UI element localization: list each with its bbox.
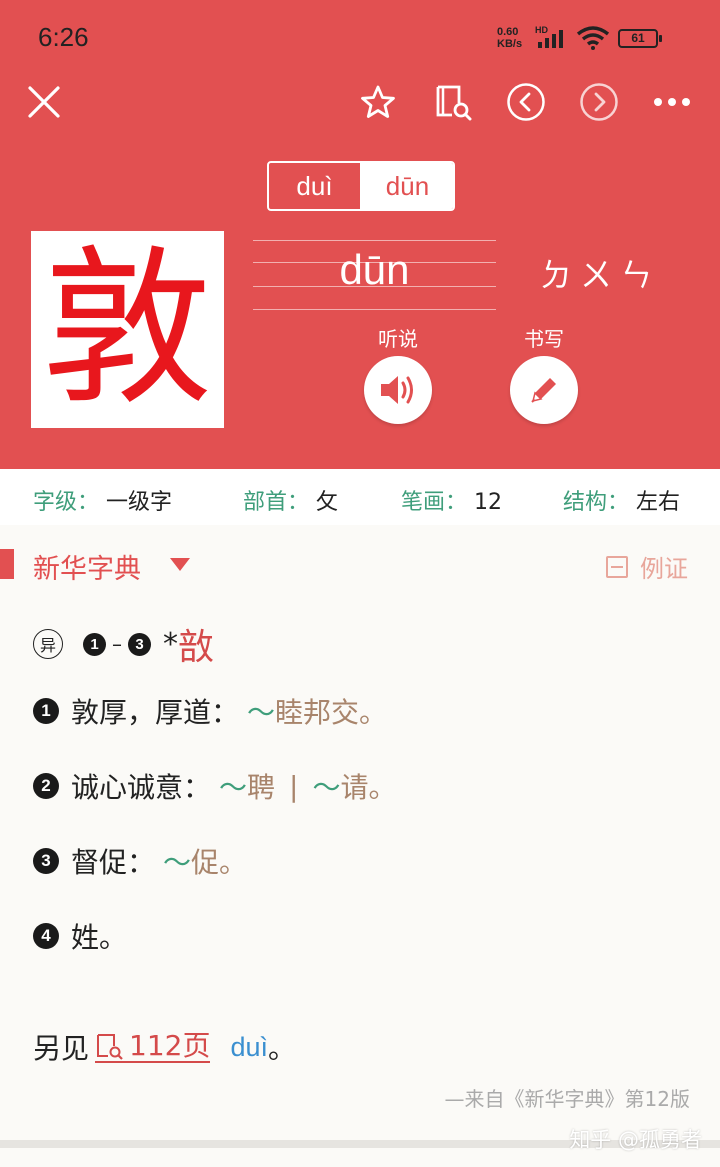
more-icon[interactable] — [650, 80, 694, 124]
character-display: 敦 — [31, 231, 224, 428]
pronunciation-option-dui[interactable]: duì — [269, 163, 362, 209]
listen-button[interactable] — [364, 356, 432, 424]
variant-badge: 异 — [33, 629, 63, 659]
info-level: 字级： 一级字 — [33, 490, 173, 515]
definition-3: 3 督促： ～促。 — [33, 841, 247, 881]
watermark: 知乎 @孤勇者 — [569, 1128, 702, 1152]
listen-label: 听说 — [378, 327, 418, 351]
see-also-pinyin-link[interactable]: duì — [230, 1032, 268, 1063]
variant-to: 3 — [128, 632, 151, 656]
pencil-icon — [531, 378, 556, 403]
write-button[interactable] — [510, 356, 578, 424]
pinyin-display: dūn — [339, 246, 410, 293]
collapse-box-icon — [606, 555, 628, 578]
close-icon[interactable] — [22, 80, 66, 124]
write-label: 书写 — [524, 327, 564, 351]
character-glyph: 敦 — [42, 230, 213, 429]
variant-row: 异 1 – 3 * 敨 — [33, 618, 214, 670]
section-marker — [0, 549, 14, 579]
wifi-icon — [576, 26, 610, 50]
book-search-icon[interactable] — [431, 80, 475, 124]
caret-down-icon[interactable] — [170, 558, 190, 571]
info-structure: 结构： 左右 — [563, 490, 681, 515]
definition-2: 2 诚心诚意： ～聘 | ～请。 — [33, 766, 397, 806]
variant-from: 1 — [83, 632, 106, 656]
variant-character[interactable]: 敨 — [178, 618, 214, 670]
pronunciation-toggle: duì dūn — [267, 161, 455, 211]
network-speed: 0.60 KB/s — [497, 26, 523, 50]
chevron-left-icon[interactable] — [504, 80, 548, 124]
header: 6:26 0.60 KB/s HD 61 duì dūn 敦 dūn ㄉㄨㄣ 听… — [0, 0, 720, 469]
see-also-label: 另见 — [33, 1032, 90, 1065]
definition-4: 4 姓。 — [33, 916, 135, 956]
speaker-icon — [381, 376, 413, 404]
status-time: 6:26 — [38, 22, 89, 52]
star-icon[interactable] — [356, 80, 400, 124]
zhuyin-display: ㄉㄨㄣ — [540, 256, 661, 294]
pronunciation-option-dun[interactable]: dūn — [362, 163, 453, 209]
info-strokes: 笔画： 12 — [401, 490, 503, 515]
book-search-icon — [97, 1033, 123, 1060]
variant-star: * — [163, 626, 178, 662]
info-radical: 部首： 攵 — [243, 490, 339, 515]
example-toggle[interactable]: 例证 — [606, 549, 688, 584]
source-note: —来自《新华字典》第12版 — [444, 1087, 690, 1111]
page-link[interactable]: 112页 — [95, 1030, 211, 1064]
battery-indicator: 61 — [618, 29, 662, 48]
signal-icon — [538, 30, 563, 48]
character-info-bar: 字级： 一级字 部首： 攵 笔画： 12 结构： 左右 — [0, 469, 720, 525]
definition-1: 1 敦厚，厚道： ～睦邦交。 — [33, 691, 387, 731]
see-also-row: 另见 112页 duì 。 — [33, 1028, 297, 1065]
example-toggle-label: 例证 — [640, 555, 688, 583]
status-bar: 6:26 0.60 KB/s HD 61 — [0, 0, 720, 76]
dictionary-selector[interactable]: 新华字典 — [33, 547, 141, 586]
chevron-right-icon[interactable] — [577, 80, 621, 124]
